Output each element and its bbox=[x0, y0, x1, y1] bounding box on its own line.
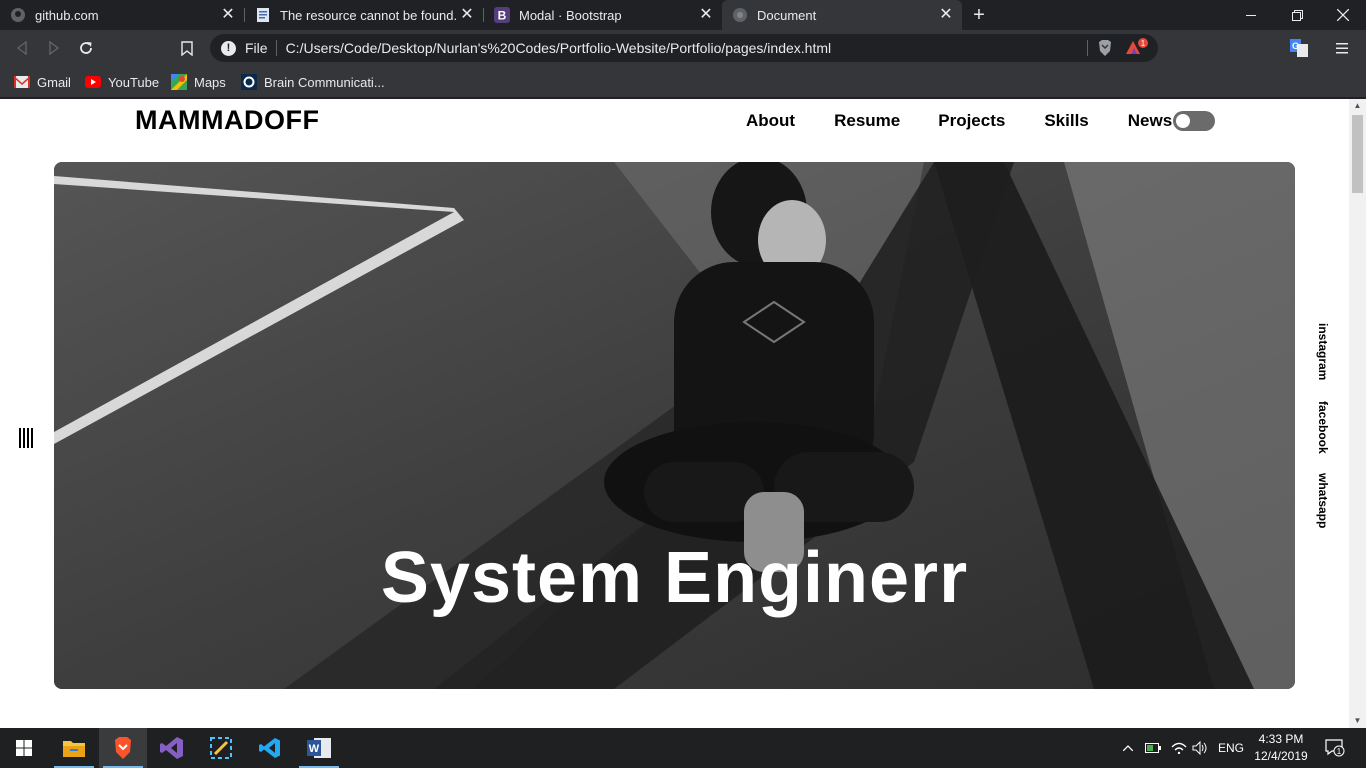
scrollbar-thumb[interactable] bbox=[1352, 115, 1363, 193]
svg-text:G: G bbox=[1292, 41, 1299, 51]
volume-icon[interactable] bbox=[1190, 728, 1210, 768]
clock-time: 4:33 PM bbox=[1258, 732, 1304, 746]
windows-taskbar: W ENG 4:33 PM 12/4/2019 1 bbox=[0, 728, 1366, 768]
bootstrap-icon: B bbox=[494, 7, 510, 23]
omnibox-divider bbox=[1087, 40, 1088, 56]
tab-title: Document bbox=[757, 7, 817, 23]
github-icon bbox=[10, 7, 26, 23]
youtube-icon bbox=[85, 74, 101, 90]
brain-icon bbox=[241, 74, 257, 90]
social-instagram[interactable]: instagram bbox=[1314, 323, 1330, 380]
bookmark-maps[interactable]: Maps bbox=[171, 71, 226, 93]
tab-strip: github.com ✕ The resource cannot be foun… bbox=[0, 0, 1366, 30]
close-icon[interactable]: ✕ bbox=[938, 7, 954, 23]
address-bar[interactable]: ! File C:/Users/Code/Desktop/Nurlan's%20… bbox=[210, 34, 1158, 62]
tab-title: github.com bbox=[35, 7, 99, 23]
battery-icon[interactable] bbox=[1143, 728, 1163, 768]
browser-toolbar: ! File C:/Users/Code/Desktop/Nurlan's%20… bbox=[0, 30, 1366, 66]
nav-news[interactable]: News bbox=[1128, 111, 1172, 131]
bookmark-label: Gmail bbox=[37, 74, 71, 90]
scroll-up-arrow[interactable]: ▲ bbox=[1349, 99, 1366, 113]
scroll-down-arrow[interactable]: ▼ bbox=[1349, 714, 1366, 728]
nav-projects[interactable]: Projects bbox=[938, 111, 1005, 131]
bookmark-label: Brain Communicati... bbox=[264, 74, 385, 90]
gmail-icon bbox=[14, 74, 30, 90]
svg-text:B: B bbox=[498, 9, 507, 23]
bookmark-brain-communications[interactable]: Brain Communicati... bbox=[241, 71, 385, 93]
scheme-label: File bbox=[245, 40, 277, 56]
bookmark-icon[interactable] bbox=[175, 36, 199, 60]
brave-icon[interactable] bbox=[99, 728, 147, 768]
forward-button[interactable] bbox=[42, 36, 66, 60]
svg-text:W: W bbox=[309, 743, 320, 755]
wifi-icon[interactable] bbox=[1168, 728, 1190, 768]
tab-title: The resource cannot be found. bbox=[280, 7, 458, 23]
close-icon[interactable]: ✕ bbox=[459, 7, 475, 23]
bookmark-youtube[interactable]: YouTube bbox=[85, 71, 159, 93]
clock-date: 12/4/2019 bbox=[1254, 749, 1308, 763]
tab-document[interactable]: Document ✕ bbox=[722, 0, 962, 30]
rewards-badge-count: 1 bbox=[1141, 39, 1146, 48]
document-icon bbox=[255, 7, 271, 23]
file-explorer-icon[interactable] bbox=[50, 728, 98, 768]
brave-shield-icon[interactable] bbox=[1096, 39, 1114, 57]
site-logo[interactable]: MAMMADOFF bbox=[135, 105, 319, 136]
bookmark-gmail[interactable]: Gmail bbox=[14, 71, 71, 93]
nav-about[interactable]: About bbox=[746, 111, 795, 131]
menu-icon[interactable] bbox=[1330, 36, 1354, 60]
tab-resource-not-found[interactable]: The resource cannot be found. ✕ bbox=[245, 0, 483, 30]
nav-resume[interactable]: Resume bbox=[834, 111, 900, 131]
page-viewport: MAMMADOFF About Resume Projects Skills N… bbox=[0, 99, 1366, 728]
word-icon[interactable]: W bbox=[295, 728, 343, 768]
back-button[interactable] bbox=[10, 36, 34, 60]
bookmarks-bar: Gmail YouTube Maps Brain Communicati... bbox=[0, 66, 1366, 98]
action-center-icon[interactable]: 1 bbox=[1320, 728, 1350, 768]
side-menu-icon[interactable] bbox=[19, 428, 33, 448]
social-facebook[interactable]: facebook bbox=[1314, 401, 1330, 454]
close-icon[interactable]: ✕ bbox=[220, 7, 236, 23]
tab-github[interactable]: github.com ✕ bbox=[0, 0, 244, 30]
tab-title: Modal · Bootstrap bbox=[519, 7, 622, 23]
reload-button[interactable] bbox=[74, 36, 98, 60]
nav-skills[interactable]: Skills bbox=[1044, 111, 1088, 131]
vscode-icon[interactable] bbox=[246, 728, 294, 768]
globe-icon bbox=[732, 7, 748, 23]
close-window-button[interactable] bbox=[1320, 0, 1366, 30]
toggle-knob bbox=[1176, 114, 1190, 128]
minimize-button[interactable] bbox=[1228, 0, 1274, 30]
hero-banner: System Enginerr bbox=[54, 162, 1295, 689]
visual-studio-icon[interactable] bbox=[148, 728, 196, 768]
windows-start-icon[interactable] bbox=[0, 728, 48, 768]
theme-toggle[interactable] bbox=[1173, 111, 1215, 131]
social-whatsapp[interactable]: whatsapp bbox=[1314, 473, 1330, 528]
maps-icon bbox=[171, 74, 187, 90]
page-scrollbar[interactable]: ▲ ▼ bbox=[1349, 99, 1366, 728]
show-hidden-icons[interactable] bbox=[1119, 728, 1137, 768]
main-nav: About Resume Projects Skills News bbox=[746, 111, 1172, 131]
bookmark-label: YouTube bbox=[108, 74, 160, 90]
bookmark-label: Maps bbox=[194, 74, 226, 90]
brave-rewards-icon[interactable]: 1 bbox=[1124, 38, 1150, 58]
snip-tool-icon[interactable] bbox=[197, 728, 245, 768]
tab-bootstrap-modal[interactable]: B Modal · Bootstrap ✕ bbox=[484, 0, 722, 30]
info-icon[interactable]: ! bbox=[221, 40, 236, 56]
translate-icon[interactable]: G bbox=[1287, 36, 1311, 60]
notification-count: 1 bbox=[1337, 747, 1342, 756]
new-tab-button[interactable]: + bbox=[968, 4, 990, 26]
close-icon[interactable]: ✕ bbox=[698, 7, 714, 23]
system-clock[interactable]: 4:33 PM 12/4/2019 bbox=[1248, 731, 1314, 765]
restore-button[interactable] bbox=[1274, 0, 1320, 30]
language-indicator[interactable]: ENG bbox=[1214, 728, 1248, 768]
hero-title: System Enginerr bbox=[380, 538, 969, 618]
url-text[interactable]: C:/Users/Code/Desktop/Nurlan's%20Codes/P… bbox=[286, 40, 832, 56]
